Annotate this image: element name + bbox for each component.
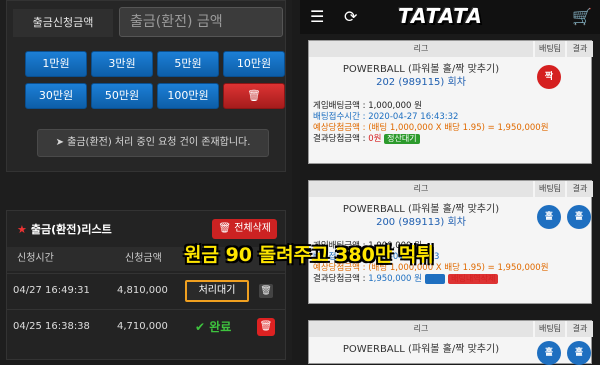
- star-icon: ★: [17, 223, 27, 236]
- pending-notice-text: 출금(환전) 처리 중인 요청 건이 존재합니다.: [67, 137, 251, 148]
- amount-input[interactable]: 출금(환전) 금액: [119, 7, 283, 37]
- quick-30k-button[interactable]: 3만원: [91, 51, 153, 77]
- pending-notice: ➤ 출금(환전) 처리 중인 요청 건이 존재합니다.: [37, 129, 269, 157]
- game-name: POWERBALL (파워볼 홀/짝 맞추기) 202 (989115) 회차: [309, 63, 533, 89]
- table-row: 04/27 16:49:31 4,810,000 처리대기 🗑: [7, 273, 285, 307]
- col-league: 리그: [309, 181, 533, 197]
- result-amount-label: 결과당첨금액 :: [313, 134, 366, 144]
- game-title: POWERBALL (파워볼 홀/짝 맞추기): [342, 64, 500, 75]
- overlay-caption: 원금 90 돌려주고 380만 먹튀: [184, 244, 434, 266]
- status-done-text: 완료: [209, 320, 232, 334]
- hamburger-icon[interactable]: ☰: [310, 6, 324, 28]
- status-done-badge: ✔ 완료: [195, 310, 231, 344]
- row-time: 04/27 16:49:31: [13, 285, 90, 296]
- status-tag: 정산대기: [384, 134, 420, 144]
- delete-row-button[interactable]: 🗑: [257, 318, 275, 336]
- game-name: POWERBALL (파워볼 홀/짝 맞추기): [309, 343, 533, 356]
- row-time: 04/25 16:38:38: [13, 321, 90, 332]
- top-bar: ☰ ⟳ TATATA 🛒: [300, 0, 600, 34]
- result-amount: 1,950,000 원: [368, 274, 422, 284]
- clear-amount-button[interactable]: 🗑: [223, 83, 285, 109]
- quick-10k-button[interactable]: 1만원: [25, 51, 87, 77]
- expected-amount: 예상당첨금액 : (배팅 1,000,000 X 배당 1.95) = 1,95…: [313, 123, 549, 133]
- delete-row-button[interactable]: 🗑: [259, 284, 273, 298]
- delete-all-label: 전체삭제: [234, 223, 271, 234]
- list-title-text: 출금(환전)리스트: [30, 223, 112, 236]
- game-round: 202 (989115) 회차: [376, 77, 466, 88]
- trash-icon: 🗑: [247, 89, 261, 102]
- send-icon: ➤: [55, 137, 68, 148]
- withdraw-amount-panel: 출금신청금액 출금(환전) 금액 1만원 3만원 5만원 10만원 30만원 5…: [6, 0, 286, 172]
- check-icon: ✔: [195, 320, 210, 334]
- bet-history-page: ☰ ⟳ TATATA 🛒 리그 배팅팀 결과 POWERBALL (파워볼 홀/…: [300, 0, 600, 365]
- bet-pick-badge: 짝: [537, 65, 561, 89]
- site-logo[interactable]: TATATA: [398, 4, 483, 28]
- bet-info: 게임배팅금액 : 1,000,000 원 배팅접수시간 : 2020-04-27…: [313, 101, 549, 145]
- row-amount: 4,810,000: [117, 285, 168, 296]
- result-badge: 홀: [567, 341, 591, 365]
- col-bet: 배팅팀: [535, 321, 565, 337]
- bet-pick-badge: 홀: [537, 205, 561, 229]
- game-name: POWERBALL (파워볼 홀/짝 맞추기) 200 (989113) 회차: [309, 203, 533, 229]
- game-title: POWERBALL (파워볼 홀/짝 맞추기): [342, 344, 500, 355]
- quick-1m-button[interactable]: 100만원: [157, 83, 219, 109]
- result-amount: 0원: [368, 134, 382, 144]
- withdraw-page: 출금신청금액 출금(환전) 금액 1만원 3만원 5만원 10만원 30만원 5…: [0, 0, 292, 360]
- delete-history-button[interactable]: 배팅내역삭제: [448, 274, 499, 284]
- quick-50k-button[interactable]: 5만원: [157, 51, 219, 77]
- game-title: POWERBALL (파워볼 홀/짝 맞추기): [342, 204, 500, 215]
- row-amount: 4,710,000: [117, 321, 168, 332]
- quick-100k-button[interactable]: 10만원: [223, 51, 285, 77]
- result-amount-row: 결과당첨금액 : 1,950,000 원 당첨 배팅내역삭제: [313, 274, 549, 285]
- header-time: 신청시간: [17, 253, 54, 264]
- status-tag: 당첨: [424, 274, 446, 284]
- bet-card: 리그 배팅팀 결과 POWERBALL (파워볼 홀/짝 맞추기) 홀 홀: [308, 320, 593, 365]
- col-result: 결과: [567, 321, 593, 337]
- col-bet: 배팅팀: [535, 181, 565, 197]
- table-row: 04/25 16:38:38 4,710,000 ✔ 완료 🗑: [7, 309, 285, 343]
- amount-label: 출금신청금액: [13, 9, 113, 37]
- result-amount-row: 결과당첨금액 : 0원 정산대기: [313, 134, 549, 145]
- game-round: 200 (989113) 회차: [376, 217, 466, 228]
- bet-amount: 게임배팅금액 : 1,000,000 원: [313, 101, 422, 111]
- bet-pick-badge: 홀: [537, 341, 561, 365]
- bet-card: 리그 배팅팀 결과 POWERBALL (파워볼 홀/짝 맞추기) 202 (98…: [308, 40, 593, 164]
- quick-300k-button[interactable]: 30만원: [25, 83, 87, 109]
- delete-all-button[interactable]: 🗑 전체삭제: [212, 219, 277, 239]
- withdraw-list-panel: ★ 출금(환전)리스트 🗑 전체삭제 신청시간 신청금액 04/27 16:49:…: [6, 210, 286, 360]
- refresh-icon[interactable]: ⟳: [344, 6, 357, 28]
- status-pending-badge: 처리대기: [185, 280, 249, 302]
- header-amount: 신청금액: [125, 253, 162, 264]
- col-league: 리그: [309, 41, 533, 57]
- trash-icon: 🗑: [218, 223, 235, 234]
- list-title: ★ 출금(환전)리스트: [17, 221, 112, 237]
- cart-icon[interactable]: 🛒: [572, 6, 592, 28]
- result-amount-label: 결과당첨금액 :: [313, 274, 366, 284]
- col-result: 결과: [567, 41, 593, 57]
- bet-time: 배팅접수시간 : 2020-04-27 16:43:32: [313, 112, 459, 122]
- col-league: 리그: [309, 321, 533, 337]
- col-bet: 배팅팀: [535, 41, 565, 57]
- result-badge: 홀: [567, 205, 591, 229]
- quick-500k-button[interactable]: 50만원: [91, 83, 153, 109]
- col-result: 결과: [567, 181, 593, 197]
